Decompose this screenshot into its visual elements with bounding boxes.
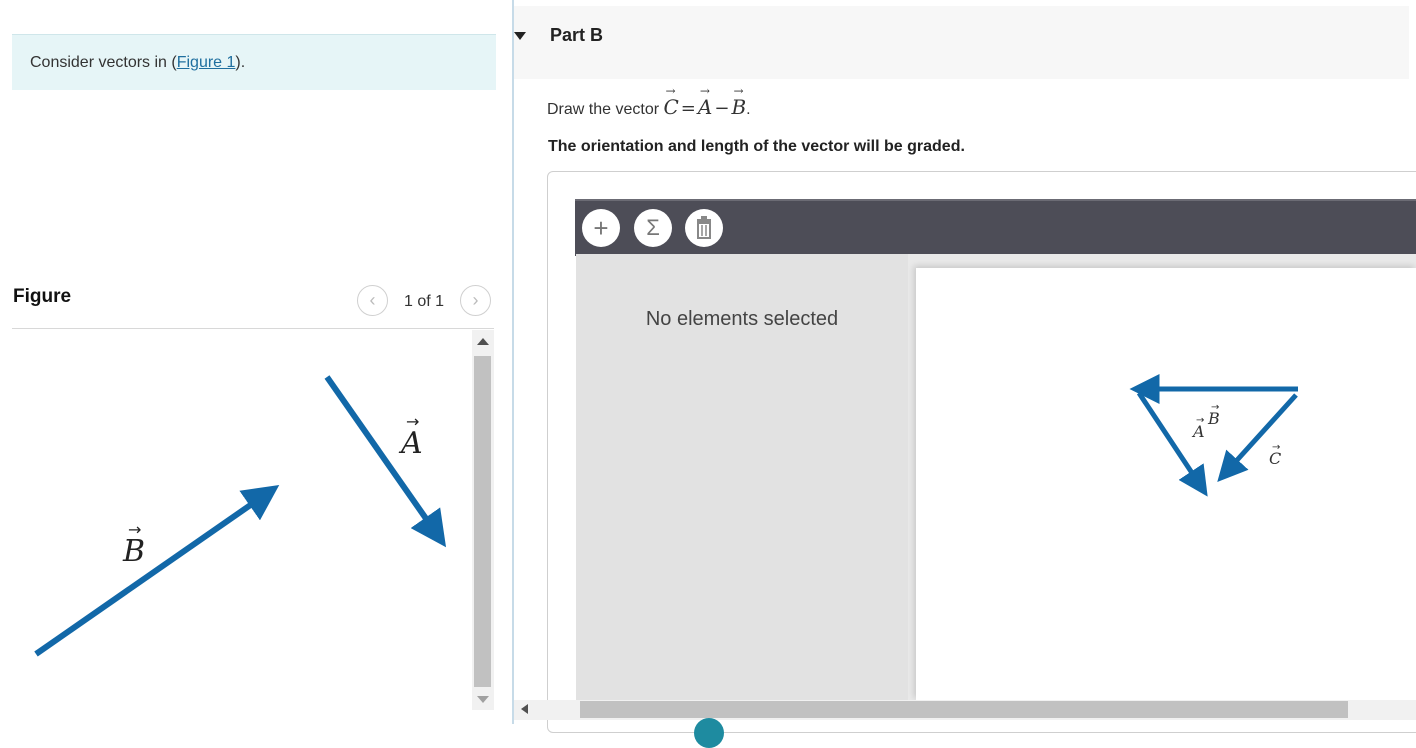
minus-sign: − [714,98,730,119]
scroll-up-icon[interactable] [477,338,489,345]
add-vector-button[interactable]: + [582,209,620,247]
canvas-label-a-arrowmark: → [1196,415,1204,426]
help-button-edge[interactable] [694,718,724,748]
next-figure-button[interactable]: › [460,285,491,316]
scroll-down-icon[interactable] [477,696,489,703]
vector-a-label: A [398,426,423,461]
canvas-label-b-arrowmark: → [1211,402,1219,413]
question-period: . [746,101,751,118]
selection-status: No elements selected [645,308,839,330]
vector-a-arrowmark: → [406,412,419,431]
part-title: Part B [550,25,604,45]
vector-b-symbol: B [731,84,746,119]
canvas-vectors: A → B → C → [1129,374,1298,497]
scroll-left-icon[interactable] [521,704,528,714]
delete-button[interactable] [685,209,723,247]
vector-b-arrowmark: → [128,520,141,539]
vector-a-symbol: A [698,84,712,119]
chevron-left-icon: ‹ [369,290,376,310]
scroll-thumb[interactable] [474,356,491,687]
grading-note: The orientation and length of the vector… [548,138,965,155]
drawing-canvas[interactable]: A → B → C → [916,268,1416,700]
vector-b-label: B [122,534,145,569]
figure-scrollbar[interactable] [472,330,494,710]
intro-text: Consider vectors in ( [30,54,177,71]
intro-text-end: ). [235,54,246,71]
figure-heading: Figure [13,286,72,307]
pane-divider[interactable] [512,0,514,724]
equals-sign: = [680,98,696,119]
vector-c-symbol: C [663,84,678,119]
question-text: Draw the vector C=A−B. [547,84,751,119]
left-pane: Consider vectors in (Figure 1). Figure ‹… [0,0,512,724]
figure-link[interactable]: Figure 1 [177,54,236,71]
sum-button[interactable]: Σ [634,209,672,247]
problem-intro: Consider vectors in (Figure 1). [12,34,496,90]
figure-image: A → B → [34,375,447,657]
chevron-right-icon: › [472,290,479,310]
caret-down-icon[interactable] [514,32,526,40]
sigma-icon: Σ [646,215,660,240]
canvas-area: A → B → C → [908,254,1416,700]
part-header[interactable]: Part B [514,6,1409,79]
drawing-toolbar: + Σ [575,199,1416,256]
prev-figure-button[interactable]: ‹ [357,285,388,316]
h-scroll-thumb[interactable] [580,701,1348,718]
vector-b-arrow [34,485,280,657]
pager-count: 1 of 1 [404,293,445,310]
canvas-label-c-arrowmark: → [1272,442,1280,453]
canvas-vector-a[interactable] [1136,391,1208,497]
plus-icon: + [593,213,609,243]
question-prefix: Draw the vector [547,101,664,118]
horizontal-scrollbar[interactable] [514,700,1416,720]
figure-pager: ‹ 1 of 1 › [356,284,496,318]
trash-icon [697,216,711,239]
properties-panel: No elements selected [576,254,908,700]
canvas-vector-c[interactable] [1217,393,1298,482]
